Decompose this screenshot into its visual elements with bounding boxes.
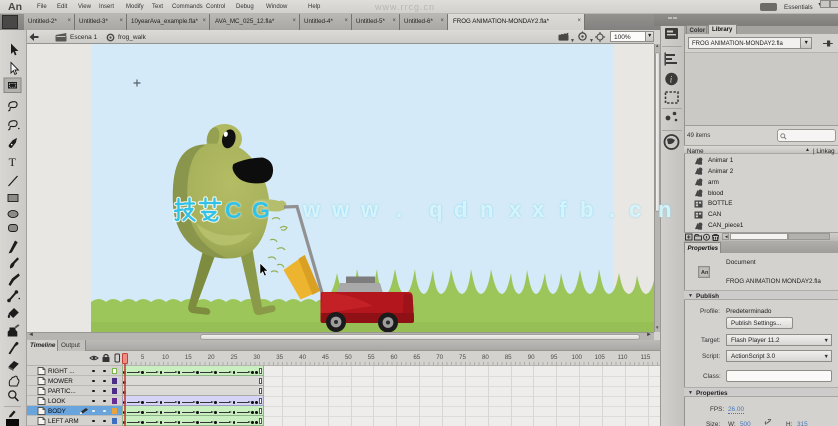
svg-text:T: T [9, 155, 17, 169]
